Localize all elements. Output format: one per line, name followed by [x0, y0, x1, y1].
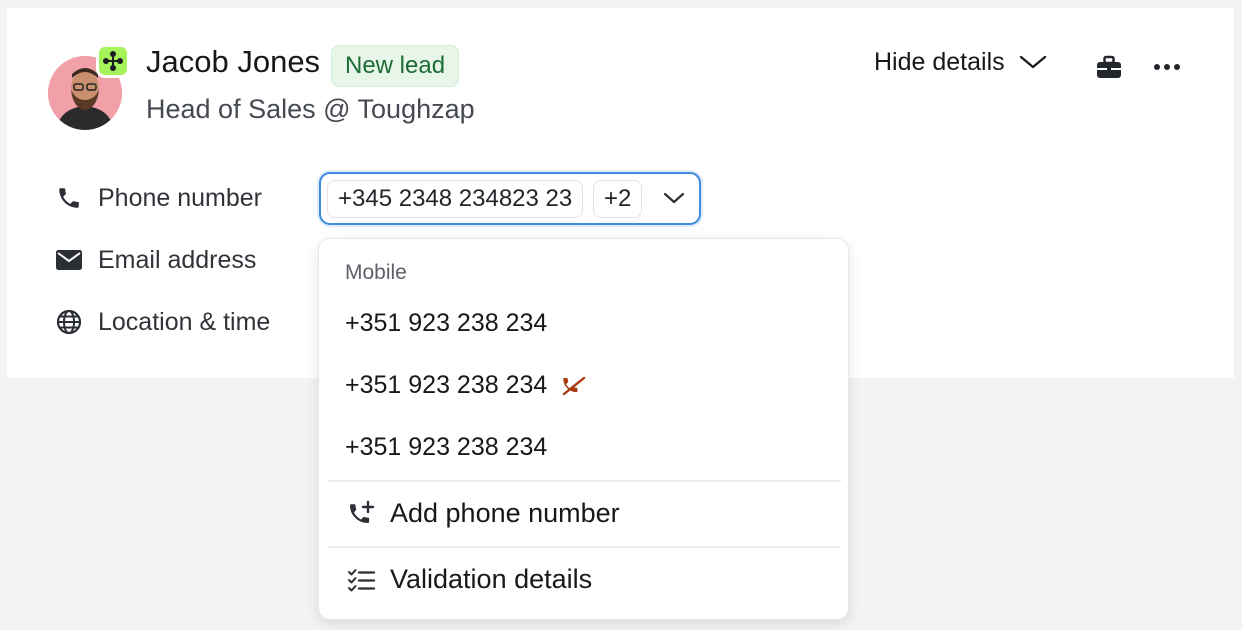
phone-option-label: +351 923 238 234	[345, 433, 548, 461]
phone-option[interactable]: +351 923 238 234	[345, 433, 547, 462]
avatar[interactable]	[48, 44, 130, 132]
app-logo-icon	[96, 44, 130, 78]
phone-option[interactable]: +351 923 238 234	[345, 371, 587, 400]
validation-details-label: Validation details	[390, 564, 593, 594]
phone-field-row: Phone number	[54, 183, 262, 213]
mail-icon	[54, 245, 84, 275]
more-horizontal-icon[interactable]	[1152, 52, 1182, 82]
hide-details-button[interactable]: Hide details	[874, 48, 1047, 77]
phone-option-label: +351 923 238 234	[345, 371, 548, 399]
email-label: Email address	[98, 245, 257, 274]
phone-icon	[54, 183, 84, 213]
phone-dropdown-menu: Mobile +351 923 238 234 +351 923 238 234…	[318, 238, 849, 620]
dropdown-divider	[328, 480, 841, 482]
phone-number-select[interactable]: +345 2348 234823 23 +2	[319, 172, 701, 225]
phone-option-label: +351 923 238 234	[345, 309, 548, 337]
location-label: Location & time	[98, 307, 271, 336]
contact-name: Jacob Jones	[146, 44, 321, 79]
globe-icon	[54, 307, 84, 337]
hide-details-label: Hide details	[874, 48, 1005, 76]
extra-phones-count[interactable]: +2	[593, 180, 643, 218]
chevron-down-icon[interactable]	[663, 191, 685, 210]
status-badge[interactable]: New lead	[331, 45, 460, 87]
phone-plus-icon	[346, 499, 376, 529]
dropdown-divider	[328, 546, 841, 548]
dropdown-section-label: Mobile	[345, 261, 407, 284]
selected-phone-chip[interactable]: +345 2348 234823 23	[327, 180, 584, 218]
phone-option[interactable]: +351 923 238 234	[345, 309, 547, 338]
location-field-row: Location & time	[54, 307, 270, 337]
checklist-icon	[346, 565, 376, 595]
briefcase-icon[interactable]	[1094, 52, 1124, 82]
add-phone-number-button[interactable]: Add phone number	[346, 498, 620, 529]
phone-off-icon	[561, 375, 587, 397]
add-phone-number-label: Add phone number	[390, 498, 620, 528]
contact-subtitle: Head of Sales @ Toughzap	[146, 94, 475, 124]
chevron-down-icon	[1019, 48, 1047, 77]
validation-details-button[interactable]: Validation details	[346, 564, 592, 595]
phone-label: Phone number	[98, 183, 263, 212]
email-field-row: Email address	[54, 245, 256, 275]
